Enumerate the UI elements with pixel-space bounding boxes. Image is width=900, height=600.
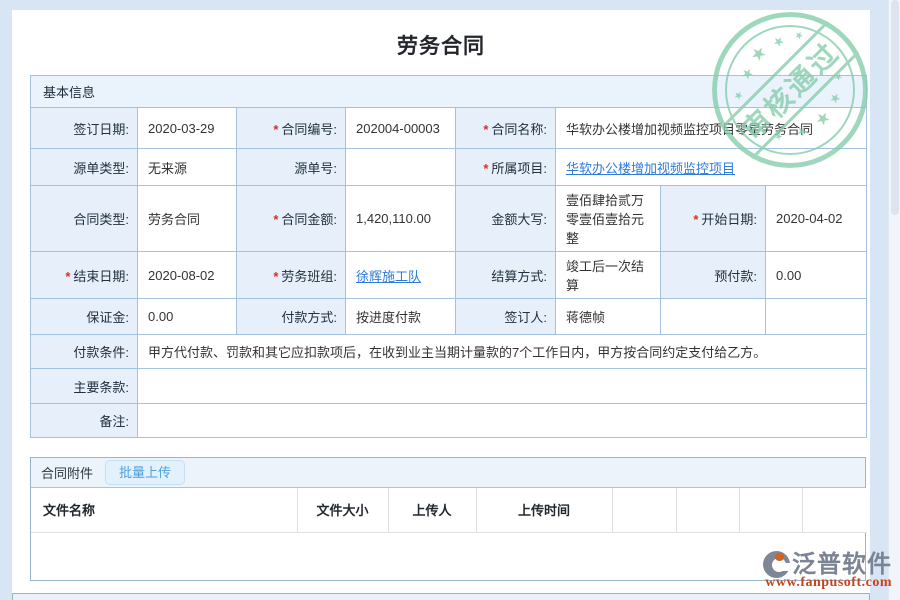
required-marker: * xyxy=(273,269,278,284)
value-main-terms xyxy=(138,369,867,404)
required-marker: * xyxy=(693,212,698,227)
value-contract-name: 华软办公楼增加视频监控项目零星劳务合同 xyxy=(556,108,867,149)
col-header-upload-time: 上传时间 xyxy=(476,488,612,532)
label-main-terms: 主要条款: xyxy=(31,369,138,404)
value-source-type: 无来源 xyxy=(138,149,237,186)
label-start-date: *开始日期: xyxy=(661,186,766,252)
value-project: 华软办公楼增加视频监控项目 xyxy=(556,149,867,186)
brand-name: 泛普软件 xyxy=(792,552,892,578)
fanpu-logo-icon xyxy=(763,551,790,578)
label-labor-team: *劳务班组: xyxy=(237,252,346,299)
value-end-date: 2020-08-02 xyxy=(138,252,237,299)
col-header-empty xyxy=(676,488,739,532)
label-amount-words: 金额大写: xyxy=(456,186,556,252)
label-end-date: *结束日期: xyxy=(31,252,138,299)
batch-upload-button[interactable]: 批量上传 xyxy=(105,460,185,485)
fanpu-logo: 泛普软件 www.fanpusoft.com xyxy=(763,551,892,591)
value-signer: 蒋德帧 xyxy=(556,299,661,335)
scrollbar[interactable] xyxy=(888,0,900,600)
required-marker: * xyxy=(483,161,488,176)
value-pay-method: 按进度付款 xyxy=(346,299,456,335)
contract-detail-card: 劳务合同 基本信息 签订日期: 2020-03-29 *合同编号: 202004… xyxy=(12,10,870,600)
label-settle-method: 结算方式: xyxy=(456,252,556,299)
col-header-uploader: 上传人 xyxy=(388,488,476,532)
label-project: *所属项目: xyxy=(456,149,556,186)
required-marker: * xyxy=(273,122,278,137)
value-contract-type: 劳务合同 xyxy=(138,186,237,252)
value-start-date: 2020-04-02 xyxy=(766,186,867,252)
page-title: 劳务合同 xyxy=(12,34,870,60)
label-contract-type: 合同类型: xyxy=(31,186,138,252)
label-advance: 预付款: xyxy=(661,252,766,299)
value-labor-team: 徐辉施工队 xyxy=(346,252,456,299)
scrollbar-thumb[interactable] xyxy=(891,0,899,215)
label-source-no: 源单号: xyxy=(237,149,346,186)
value-settle-method: 竣工后一次结算 xyxy=(556,252,661,299)
label-contract-no: *合同编号: xyxy=(237,108,346,149)
label-signer: 签订人: xyxy=(456,299,556,335)
attachments-panel: 合同附件 批量上传 文件名称 文件大小 上传人 上传时间 xyxy=(30,457,866,581)
empty-cell xyxy=(661,299,766,335)
col-header-empty xyxy=(802,488,867,532)
value-amount-words: 壹佰肆拾贰万零壹佰壹拾元整 xyxy=(556,186,661,252)
empty-cell xyxy=(766,299,867,335)
attachments-table: 文件名称 文件大小 上传人 上传时间 xyxy=(31,488,867,533)
basic-info-section-title: 基本信息 xyxy=(31,76,867,108)
label-remark: 备注: xyxy=(31,404,138,438)
label-deposit: 保证金: xyxy=(31,299,138,335)
value-advance: 0.00 xyxy=(766,252,867,299)
attachments-section-title: 合同附件 xyxy=(41,463,93,482)
basic-info-table: 基本信息 签订日期: 2020-03-29 *合同编号: 202004-0000… xyxy=(30,75,867,438)
col-header-file-size: 文件大小 xyxy=(297,488,388,532)
label-contract-name: *合同名称: xyxy=(456,108,556,149)
labor-team-link[interactable]: 徐辉施工队 xyxy=(356,269,421,284)
required-marker: * xyxy=(483,122,488,137)
label-amount: *合同金额: xyxy=(237,186,346,252)
value-remark xyxy=(138,404,867,438)
value-deposit: 0.00 xyxy=(138,299,237,335)
label-source-type: 源单类型: xyxy=(31,149,138,186)
value-pay-terms: 甲方代付款、罚款和其它应扣款项后，在收到业主当期计量款的7个工作日内，甲方按合同… xyxy=(138,335,867,369)
label-pay-terms: 付款条件: xyxy=(31,335,138,369)
value-source-no xyxy=(346,149,456,186)
project-link[interactable]: 华软办公楼增加视频监控项目 xyxy=(566,161,735,176)
required-marker: * xyxy=(65,269,70,284)
boq-panel: * 工程量清单 ▲ ▼ 导出 xyxy=(12,593,870,600)
col-header-empty xyxy=(739,488,802,532)
value-amount: 1,420,110.00 xyxy=(346,186,456,252)
value-sign-date: 2020-03-29 xyxy=(138,108,237,149)
required-marker: * xyxy=(273,212,278,227)
value-contract-no: 202004-00003 xyxy=(346,108,456,149)
label-sign-date: 签订日期: xyxy=(31,108,138,149)
label-pay-method: 付款方式: xyxy=(237,299,346,335)
col-header-file-name: 文件名称 xyxy=(31,488,297,532)
attachments-empty-body xyxy=(31,533,865,580)
col-header-empty xyxy=(612,488,676,532)
